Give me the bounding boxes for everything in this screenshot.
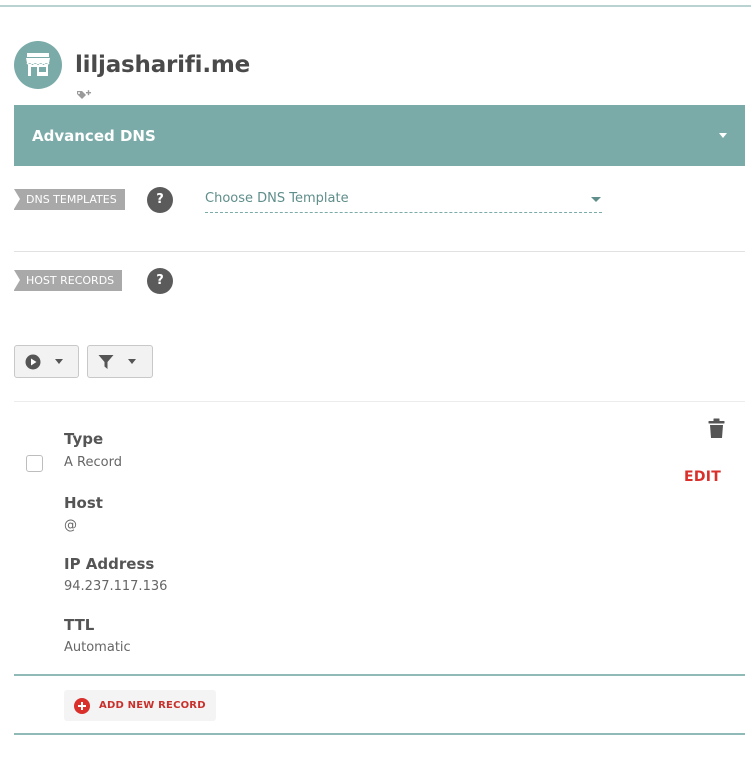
host-value: @	[64, 518, 77, 533]
add-new-record-button[interactable]: ADD NEW RECORD	[64, 690, 216, 721]
section-divider	[14, 251, 745, 252]
ip-address-label: IP Address	[64, 555, 155, 573]
section-title: Advanced DNS	[32, 126, 156, 145]
host-records-label: HOST RECORDS	[14, 270, 123, 291]
chevron-down-icon	[591, 197, 601, 202]
filter-icon	[98, 354, 114, 369]
plus-circle-icon	[74, 697, 90, 714]
tag-add-icon[interactable]	[76, 87, 92, 106]
page-bottom-rule	[14, 733, 745, 735]
caret-down-icon	[719, 133, 727, 138]
caret-down-icon	[128, 359, 136, 364]
top-divider	[0, 5, 751, 7]
caret-down-icon	[55, 359, 63, 364]
host-label: Host	[64, 494, 103, 512]
add-new-record-label: ADD NEW RECORD	[99, 700, 206, 711]
type-label: Type	[64, 430, 104, 448]
actions-dropdown-button[interactable]	[14, 345, 79, 378]
play-circle-icon	[25, 354, 41, 369]
record-select-checkbox[interactable]	[26, 455, 43, 472]
ttl-value: Automatic	[64, 640, 131, 655]
domain-name: liljasharifi.me	[75, 52, 251, 78]
domain-header: liljasharifi.me	[14, 41, 250, 89]
records-bottom-rule	[14, 674, 745, 676]
ip-address-value: 94.237.117.136	[64, 579, 168, 594]
trash-icon[interactable]	[708, 418, 725, 443]
dns-template-select-value: Choose DNS Template	[205, 191, 349, 206]
dns-templates-help-icon[interactable]: ?	[147, 187, 173, 213]
dns-templates-label: DNS TEMPLATES	[14, 189, 125, 210]
type-value: A Record	[64, 455, 122, 470]
dns-template-select[interactable]: Choose DNS Template	[205, 189, 602, 213]
storefront-icon	[14, 41, 62, 89]
host-records-help-icon[interactable]: ?	[147, 268, 173, 294]
toolbar-divider	[14, 401, 745, 402]
advanced-dns-section-header[interactable]: Advanced DNS	[14, 105, 745, 166]
edit-record-button[interactable]: EDIT	[684, 469, 721, 485]
ttl-label: TTL	[64, 616, 95, 634]
filter-dropdown-button[interactable]	[87, 345, 153, 378]
